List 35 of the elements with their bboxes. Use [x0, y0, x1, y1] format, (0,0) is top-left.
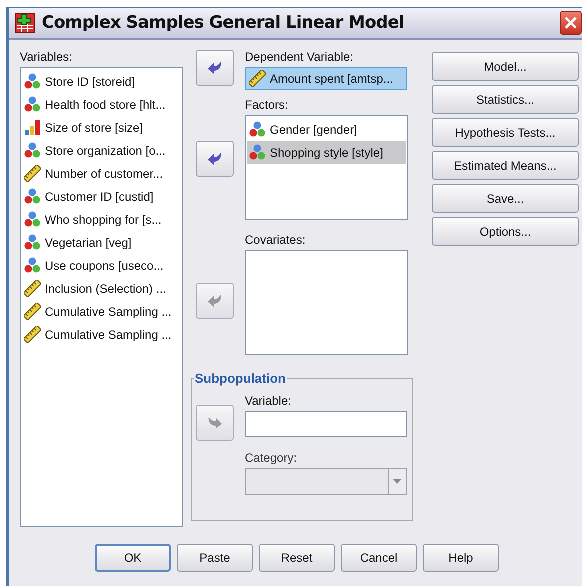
category-label: Category: [245, 451, 298, 465]
factors-list[interactable]: Gender [gender] Shopping style [style] [245, 115, 408, 220]
factors-label: Factors: [245, 98, 290, 112]
dialog-option-button[interactable]: Statistics... [432, 85, 579, 114]
variable-list-item[interactable]: Cumulative Sampling ... [22, 300, 181, 323]
dialog-option-button[interactable]: Hypothesis Tests... [432, 118, 579, 147]
dialog-button[interactable]: Help [423, 544, 499, 572]
dependent-variable-field[interactable]: Amount spent [amtsp... [245, 67, 407, 90]
covariates-label: Covariates: [245, 233, 307, 247]
dialog-option-button[interactable]: Save... [432, 184, 579, 213]
dialog-button[interactable]: Paste [177, 544, 253, 572]
variable-list-item[interactable]: Shopping style [style] [247, 141, 406, 164]
variable-list-item[interactable]: Store organization [o... [22, 139, 181, 162]
variable-list-item[interactable]: Size of store [size] [22, 116, 181, 139]
variable-list-item[interactable]: Who shopping for [s... [22, 208, 181, 231]
variable-list-item[interactable]: Customer ID [custid] [22, 185, 181, 208]
variable-list-item[interactable]: Use coupons [useco... [22, 254, 181, 277]
variable-list-item[interactable]: Cumulative Sampling ... [22, 323, 181, 346]
dialog-button[interactable]: Reset [259, 544, 335, 572]
subpopulation-title: Subpopulation [194, 371, 287, 386]
dialog-button[interactable]: OK [95, 544, 171, 572]
variable-list-item[interactable]: Store ID [storeid] [22, 70, 181, 93]
dialog-button[interactable]: Cancel [341, 544, 417, 572]
variable-list-item[interactable]: Inclusion (Selection) ... [22, 277, 181, 300]
variable-list-item[interactable]: Gender [gender] [247, 118, 406, 141]
dialog-option-button[interactable]: Estimated Means... [432, 151, 579, 180]
variable-list-item[interactable]: Vegetarian [veg] [22, 231, 181, 254]
window-title: Complex Samples General Linear Model [42, 13, 404, 33]
variable-list-item[interactable]: Number of customer... [22, 162, 181, 185]
dialog-option-button[interactable]: Model... [432, 52, 579, 81]
variable-list-item[interactable]: Health food store [hlt... [22, 93, 181, 116]
variable-label: Variable: [245, 394, 292, 408]
dependent-variable-label: Dependent Variable: [245, 50, 355, 64]
variables-label: Variables: [20, 50, 74, 64]
dialog-option-button[interactable]: Options... [432, 217, 579, 246]
